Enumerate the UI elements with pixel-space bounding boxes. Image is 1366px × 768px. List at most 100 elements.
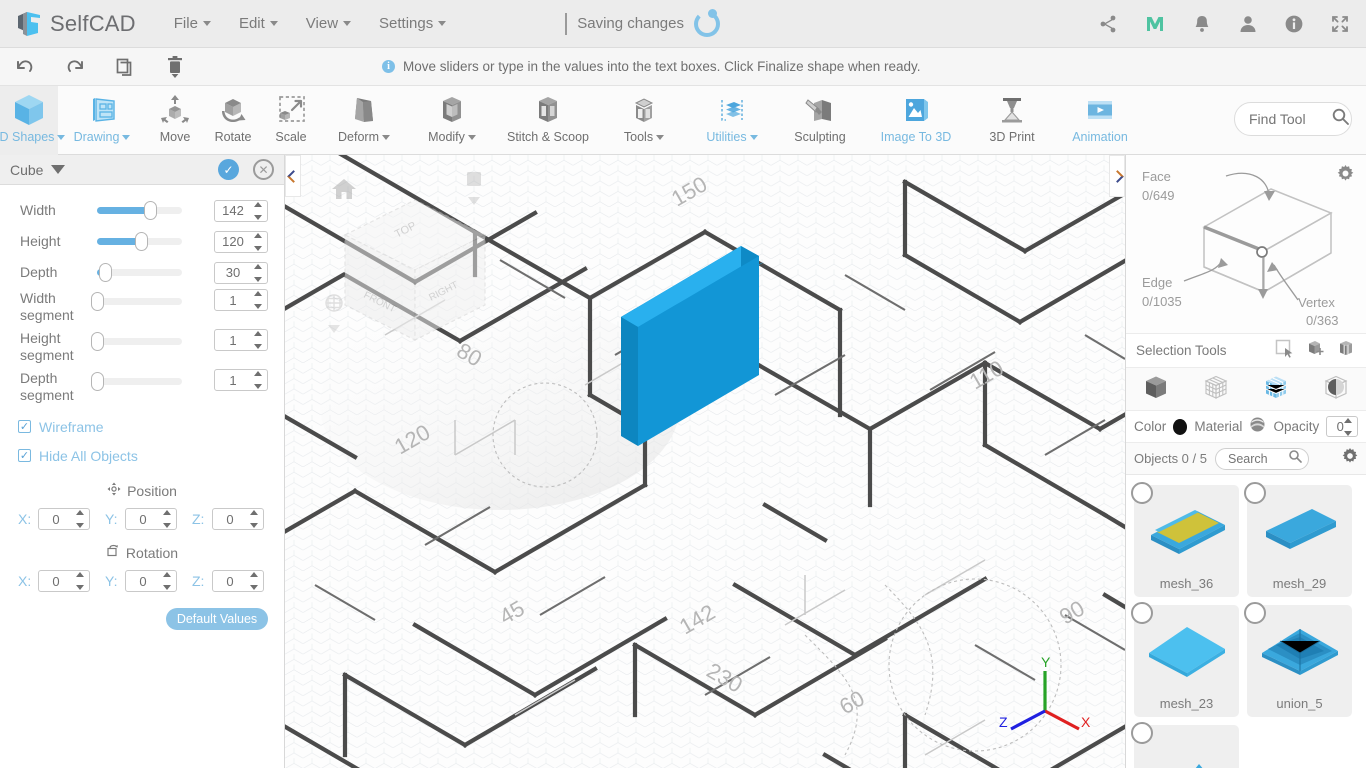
param-value-height-segment[interactable]: [215, 332, 251, 348]
object-mode-icon[interactable]: [1142, 373, 1170, 406]
slider-knob[interactable]: [91, 371, 104, 391]
menu-settings[interactable]: Settings: [365, 11, 460, 36]
param-slider-width-segment[interactable]: [91, 291, 182, 311]
spinner-width[interactable]: [252, 201, 265, 220]
ribbon-tool-sculpting[interactable]: Sculpting: [776, 86, 864, 155]
slider-knob[interactable]: [98, 263, 112, 282]
spinner-depth[interactable]: [252, 263, 265, 282]
user-account-icon[interactable]: [1238, 14, 1258, 34]
spinner-depth-segment[interactable]: [252, 371, 265, 389]
rectangle-select-icon[interactable]: [1275, 339, 1294, 363]
find-tool-search[interactable]: [1234, 102, 1352, 136]
spinner-rotation-y[interactable]: [161, 572, 174, 590]
expand-right-panel-button[interactable]: [1109, 155, 1125, 197]
object-select-radio[interactable]: [1131, 602, 1153, 624]
info-icon[interactable]: [1284, 14, 1304, 34]
spinner-height-segment[interactable]: [252, 331, 265, 349]
param-input-width-segment[interactable]: [214, 289, 268, 311]
ribbon-tool-drawing[interactable]: Drawing: [58, 86, 146, 155]
notifications-bell-icon[interactable]: [1192, 14, 1212, 34]
param-slider-depth-segment[interactable]: [91, 371, 182, 391]
find-tool-input[interactable]: [1249, 111, 1327, 127]
ribbon-tool-scale[interactable]: Scale: [262, 86, 320, 155]
rotation-z-input[interactable]: [212, 570, 264, 592]
param-value-depth-segment[interactable]: [215, 372, 251, 388]
menu-file[interactable]: File: [160, 11, 225, 36]
objects-search[interactable]: [1214, 447, 1309, 470]
object-card-union-5[interactable]: union_5: [1244, 602, 1352, 717]
checkbox-icon[interactable]: ✓: [18, 420, 31, 433]
spinner-position-y[interactable]: [161, 510, 174, 528]
brand[interactable]: SelfCAD: [0, 9, 136, 39]
spinner-rotation-x[interactable]: [74, 572, 87, 590]
delete-icon[interactable]: [150, 55, 200, 79]
viewport-plane-toggle[interactable]: [465, 170, 483, 205]
spinner-position-z[interactable]: [248, 510, 261, 528]
ribbon-tool-image-to-3d[interactable]: Image To 3D: [864, 86, 968, 155]
slider-knob[interactable]: [135, 232, 149, 251]
redo-icon[interactable]: [50, 55, 100, 79]
spinner-opacity[interactable]: [1342, 418, 1355, 436]
param-input-depth-segment[interactable]: [214, 369, 268, 391]
ribbon-tool-move[interactable]: Move: [146, 86, 204, 155]
loop-select-icon[interactable]: [1337, 339, 1356, 363]
copy-icon[interactable]: [100, 56, 150, 78]
fullscreen-icon[interactable]: [1330, 14, 1350, 34]
position-z-input[interactable]: [212, 508, 264, 530]
cancel-shape-button[interactable]: ✕: [253, 159, 274, 180]
object-card-mesh-36[interactable]: mesh_36: [1131, 482, 1239, 597]
spinner-rotation-z[interactable]: [248, 572, 261, 590]
spinner-height[interactable]: [252, 232, 265, 251]
object-card-mesh-23[interactable]: mesh_23: [1131, 602, 1239, 717]
checkbox-wireframe[interactable]: ✓ Wireframe: [0, 412, 284, 441]
menu-view[interactable]: View: [292, 11, 365, 36]
material-icon[interactable]: [1249, 416, 1266, 438]
rotation-x-value[interactable]: [39, 573, 73, 589]
spinner-width-segment[interactable]: [252, 291, 265, 309]
object-card-mesh-29[interactable]: mesh_29: [1244, 482, 1352, 597]
position-y-input[interactable]: [125, 508, 177, 530]
objects-settings-gear-icon[interactable]: [1342, 448, 1358, 469]
3d-viewport[interactable]: 150 120 80 142 45 230 60 90 110 Y X Z TO…: [285, 155, 1125, 768]
position-y-value[interactable]: [126, 511, 160, 527]
slider-knob[interactable]: [91, 331, 104, 351]
ribbon-tool-3d-print[interactable]: 3D Print: [968, 86, 1056, 155]
ribbon-tool-tools[interactable]: Tools: [600, 86, 688, 155]
position-x-value[interactable]: [39, 511, 73, 527]
object-card-5[interactable]: [1131, 722, 1239, 768]
share-icon[interactable]: [1098, 14, 1118, 34]
object-select-radio[interactable]: [1131, 482, 1153, 504]
confirm-shape-button[interactable]: ✓: [218, 159, 239, 180]
rotation-x-input[interactable]: [38, 570, 90, 592]
param-value-width-segment[interactable]: [215, 292, 251, 308]
param-slider-height[interactable]: [97, 232, 182, 251]
undo-icon[interactable]: [0, 55, 50, 79]
position-z-value[interactable]: [213, 511, 247, 527]
object-select-radio[interactable]: [1131, 722, 1153, 744]
objects-search-input[interactable]: [1227, 451, 1286, 466]
ribbon-tool-animation[interactable]: Animation: [1056, 86, 1144, 155]
chevron-down-icon[interactable]: [328, 325, 340, 333]
ribbon-tool-deform[interactable]: Deform: [320, 86, 408, 155]
object-select-radio[interactable]: [1244, 482, 1266, 504]
slider-knob[interactable]: [91, 291, 104, 311]
default-values-button[interactable]: Default Values: [166, 608, 268, 630]
rotation-z-value[interactable]: [213, 573, 247, 589]
chevron-down-icon[interactable]: [51, 165, 66, 174]
param-input-height[interactable]: [214, 230, 268, 253]
ribbon-tool-rotate[interactable]: Rotate: [204, 86, 262, 155]
rotation-y-value[interactable]: [126, 573, 160, 589]
param-input-width[interactable]: [214, 199, 268, 222]
search-icon[interactable]: [1288, 449, 1302, 468]
param-input-height-segment[interactable]: [214, 329, 268, 351]
spinner-position-x[interactable]: [74, 510, 87, 528]
param-slider-height-segment[interactable]: [91, 331, 182, 351]
shaded-mode-icon[interactable]: [1322, 373, 1350, 406]
param-value-depth[interactable]: [215, 265, 251, 280]
chevron-down-icon[interactable]: [468, 197, 480, 205]
opacity-input[interactable]: [1326, 416, 1358, 437]
checkbox-icon[interactable]: ✓: [18, 449, 31, 462]
object-select-radio[interactable]: [1244, 602, 1266, 624]
ribbon-tool-modify[interactable]: Modify: [408, 86, 496, 155]
ribbon-tool-3d-shapes[interactable]: 3D Shapes: [0, 86, 66, 155]
